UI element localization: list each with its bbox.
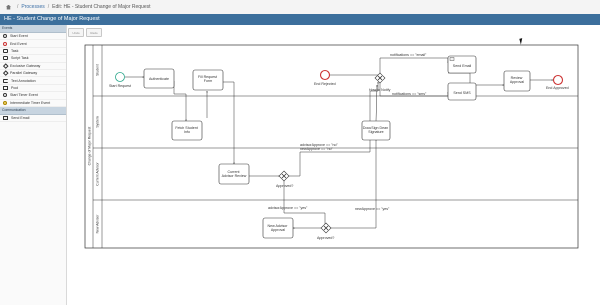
circle-icon [3,34,7,39]
gateway-approved-label: Approved? [276,184,293,188]
palette-item-label: Start Event [10,34,28,39]
breadcrumb-separator: / [47,4,50,10]
palette-item-label: Pool [11,85,19,90]
task-send-email-label: Send Email [453,64,472,68]
mail-icon [3,116,8,121]
breadcrumb-processes-link[interactable]: Processes [21,4,44,10]
palette-item-label: Text Annotation [11,78,36,83]
diamond-icon [2,63,8,69]
pool-icon [3,85,8,90]
gateway-approved-label: Approved? [317,236,334,240]
flow-label-advisor-yes: advisorApprove == "yes" [268,206,308,210]
flow-label-new-yes: newApprove == "yes" [355,207,390,211]
palette-item-label: Parallel Gateway [10,71,38,76]
component-palette: Events Start Event End Event Task Script… [0,25,67,305]
palette-item-parallel-gateway[interactable]: Parallel Gateway [0,70,66,78]
palette-item-send-email[interactable]: Send Email [0,115,66,123]
task-icon [3,48,8,53]
timer-icon [3,93,7,98]
home-icon[interactable] [6,4,11,10]
annotation-icon [3,78,8,83]
palette-section-events[interactable]: Events [0,25,66,33]
breadcrumb-separator: / [17,4,19,10]
palette-item-pool[interactable]: Pool [0,85,66,93]
palette-item-script-task[interactable]: Script Task [0,55,66,63]
palette-item-label: Intermediate Timer Event [10,100,51,105]
editor-toolbar: Undo Redo [68,28,102,37]
process-diagram[interactable]: .t { font-family:"Liberation Sans", sans… [68,38,600,305]
palette-item-label: Script Task [11,56,29,61]
mail-icon [449,57,455,61]
lane-student[interactable]: Student [96,64,100,76]
start-event[interactable] [115,72,125,82]
palette-item-intermediate-timer[interactable]: Intermediate Timer Event [0,100,66,107]
lane-new-advisor[interactable]: New Advisor [96,214,100,234]
end-rejected-label: End Rejected [314,82,336,86]
start-event-label: Start Request [109,84,131,88]
palette-item-label: Start Timer Event [10,93,38,98]
task-send-sms-label: Send SMS [453,91,471,95]
script-task-icon [3,56,8,61]
palette-item-label: Exclusive Gateway [10,63,41,68]
task-authenticate-label: Authenticate [149,77,169,81]
lane-system[interactable]: System [96,116,100,127]
pool-label: Change of Major Request [88,127,92,166]
flow-label-email: notifications == "email" [390,53,427,57]
gateway-notify-label: How to Notify [369,88,391,92]
palette-section-communication[interactable]: Communication [0,106,66,115]
palette-item-start-event[interactable]: Start Event [0,33,66,41]
palette-item-label: Send Email [11,116,30,121]
diamond-icon [2,70,8,76]
palette-item-task[interactable]: Task [0,48,66,56]
flow-label-sms: notifications == "sms" [392,92,427,96]
palette-item-end-event[interactable]: End Event [0,40,66,48]
palette-item-label: Task [11,48,19,53]
end-approved-event[interactable] [552,74,564,86]
palette-item-exclusive-gateway[interactable]: Exclusive Gateway [0,63,66,70]
end-circle-icon [3,41,7,46]
end-rejected-event[interactable] [319,69,331,81]
palette-item-label: End Event [10,41,27,46]
redo-button[interactable]: Redo [86,28,102,37]
end-approved-label: End Approved [546,86,569,90]
page-title: HE - Student Change of Major Request [0,14,600,25]
palette-item-start-timer[interactable]: Start Timer Event [0,92,66,100]
task-review-approval-label: Review Approval [510,76,524,84]
breadcrumb-bar: / Processes / Edit: HE - Student Change … [0,0,600,15]
undo-button[interactable]: Undo [68,28,84,37]
lane-current-advisor[interactable]: Current Advisor [96,161,100,185]
palette-item-text-annotation[interactable]: Text Annotation [0,77,66,85]
timer-icon [3,100,7,105]
breadcrumb-current: Edit: HE - Student Change of Major Reque… [52,4,151,10]
